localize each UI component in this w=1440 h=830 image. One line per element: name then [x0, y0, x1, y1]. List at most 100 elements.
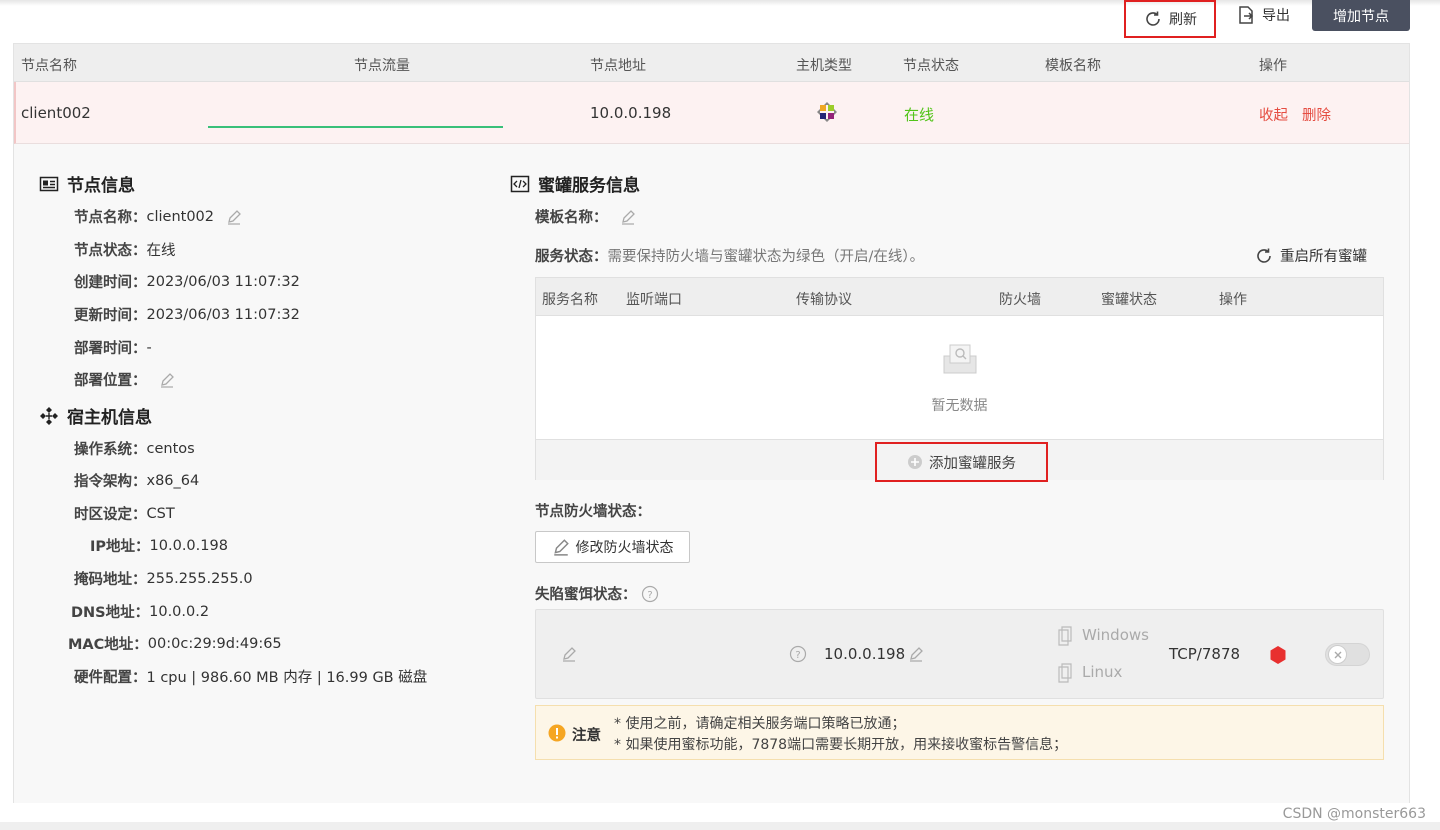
edit-pencil-icon[interactable]	[908, 646, 924, 662]
notice-line-2: * 如果使用蜜标功能，7878端口需要长期开放，用来接收蜜标告警信息；	[614, 737, 1068, 753]
node-info-title-text: 节点信息	[67, 176, 135, 196]
svc-header: 蜜罐状态	[1101, 292, 1157, 308]
plus-circle-icon	[908, 455, 922, 469]
export-icon	[1239, 6, 1254, 24]
host-netmask: 掩码地址： 255.255.255.0	[74, 568, 253, 589]
empty-box-icon	[943, 344, 977, 374]
edit-pencil-icon[interactable]	[159, 372, 175, 388]
row-node-address: 10.0.0.198	[590, 104, 672, 122]
info-key: DNS地址：	[71, 605, 150, 621]
header-node-flow: 节点流量	[354, 58, 410, 74]
refresh-label: 刷新	[1169, 12, 1197, 28]
honeypot-service-status: 服务状态： 需要保持防火墙与蜜罐状态为绿色（开启/在线）。	[535, 245, 924, 266]
add-service-label: 添加蜜罐服务	[929, 455, 1016, 472]
trap-os-linux: Linux	[1082, 663, 1123, 681]
info-key: 指令架构：	[74, 474, 147, 490]
watermark: CSDN @monster663	[1282, 806, 1426, 822]
restart-all-button[interactable]: 重启所有蜜罐	[1254, 245, 1367, 266]
info-key: 服务状态：	[535, 249, 608, 265]
service-table: 服务名称 监听端口 传输协议 防火墙 蜜罐状态 操作 暂无数据 添加蜜罐服务	[535, 277, 1384, 482]
info-value: x86_64	[146, 472, 200, 489]
service-table-footer: 添加蜜罐服务	[536, 439, 1383, 482]
export-button[interactable]: 导出	[1236, 4, 1290, 26]
info-value: 1 cpu | 986.60 MB 内存 | 16.99 GB 磁盘	[146, 670, 428, 686]
row-node-name: client002	[21, 104, 91, 122]
modify-firewall-button[interactable]: 修改防火墙状态	[535, 531, 690, 563]
trap-status-panel: ? 10.0.0.198 Windows Linux TCP/7878	[535, 609, 1384, 699]
help-circle-icon[interactable]: ?	[789, 645, 807, 663]
info-key: 节点名称：	[74, 210, 147, 226]
svc-header: 监听端口	[626, 292, 682, 308]
info-value: 10.0.0.198	[149, 537, 228, 554]
node-flow-sparkline	[208, 126, 503, 128]
host-info-title: 宿主机信息	[39, 403, 152, 428]
info-value: 2023/06/03 11:07:32	[146, 306, 300, 323]
info-value: 255.255.255.0	[146, 570, 253, 587]
modify-firewall-label: 修改防火墙状态	[575, 540, 674, 556]
restart-all-label: 重启所有蜜罐	[1280, 249, 1367, 265]
info-value: 00:0c:29:9d:49:65	[147, 635, 282, 652]
edit-pencil-icon	[553, 539, 569, 556]
host-timezone: 时区设定： CST	[74, 503, 175, 524]
info-value: -	[146, 339, 152, 356]
info-key: 硬件配置：	[74, 670, 147, 686]
header-actions: 操作	[1259, 58, 1287, 74]
collapse-link[interactable]: 收起	[1259, 104, 1288, 125]
honeypot-info-title: 蜜罐服务信息	[510, 171, 640, 196]
refresh-icon	[1146, 11, 1160, 26]
info-value: client002	[146, 208, 215, 225]
node-detail-panel: 节点信息 节点名称： client002 节点状态： 在线 创建时间： 2023…	[14, 145, 1409, 803]
empty-text: 暂无数据	[931, 398, 988, 414]
host-ip: IP地址： 10.0.0.198	[90, 535, 228, 556]
toggle-knob	[1328, 645, 1347, 664]
close-icon	[1334, 651, 1341, 658]
notice-line-1: * 使用之前，请确定相关服务端口策略已放通；	[614, 716, 906, 732]
top-shadow	[0, 0, 1440, 6]
stop-hexagon-icon	[1270, 646, 1286, 664]
delete-link[interactable]: 删除	[1302, 104, 1331, 125]
refresh-button[interactable]: 刷新	[1124, 0, 1216, 38]
info-key: 模板名称：	[535, 210, 608, 226]
node-table: 节点名称 节点流量 节点地址 主机类型 节点状态 模板名称 操作 client0…	[13, 43, 1410, 803]
svg-text:?: ?	[647, 590, 652, 601]
info-key: 节点防火墙状态：	[535, 504, 651, 520]
trap-os-windows: Windows	[1082, 626, 1149, 644]
trap-toggle-switch[interactable]	[1325, 643, 1370, 666]
page-bottom-bar	[0, 822, 1440, 830]
info-key: 操作系统：	[74, 442, 147, 458]
add-node-button[interactable]: 增加节点	[1312, 0, 1410, 31]
table-row[interactable]: client002 10.0.0.198 在线 收起 删除	[14, 82, 1409, 144]
info-key: 部署时间：	[74, 341, 147, 357]
info-value: 10.0.0.2	[149, 603, 210, 620]
header-template-name: 模板名称	[1045, 58, 1101, 74]
id-card-icon	[39, 176, 59, 191]
svg-text:?: ?	[795, 650, 800, 661]
host-hardware: 硬件配置： 1 cpu | 986.60 MB 内存 | 16.99 GB 磁盘	[74, 666, 427, 687]
info-node-name: 节点名称： client002	[74, 206, 242, 227]
svc-header: 服务名称	[542, 292, 598, 308]
edit-pencil-icon[interactable]	[561, 646, 577, 662]
node-info-title: 节点信息	[39, 171, 135, 196]
help-circle-icon[interactable]: ?	[641, 585, 659, 603]
info-key: 部署位置：	[74, 373, 147, 389]
edit-pencil-icon[interactable]	[226, 209, 242, 225]
info-key: 时区设定：	[74, 507, 147, 523]
edit-pencil-icon[interactable]	[620, 209, 636, 225]
add-honeypot-service-button[interactable]: 添加蜜罐服务	[875, 442, 1048, 482]
info-value: 在线	[146, 243, 176, 259]
info-key: 创建时间：	[74, 275, 147, 291]
export-label: 导出	[1262, 8, 1290, 24]
info-key: IP地址：	[90, 539, 150, 555]
host-os: 操作系统： centos	[74, 438, 195, 459]
trap-port: TCP/7878	[1169, 645, 1241, 663]
info-value: CST	[146, 505, 175, 522]
header-host-type: 主机类型	[796, 58, 852, 74]
code-icon	[510, 175, 530, 192]
status-hint: 需要保持防火墙与蜜罐状态为绿色（开启/在线）。	[607, 249, 925, 265]
host-arch: 指令架构： x86_64	[74, 470, 199, 491]
info-key: 掩码地址：	[74, 572, 147, 588]
header-node-status: 节点状态	[903, 58, 959, 74]
warning-icon	[548, 724, 566, 742]
notice-box: 注意 * 使用之前，请确定相关服务端口策略已放通； * 如果使用蜜标功能，787…	[535, 705, 1384, 760]
info-node-status: 节点状态： 在线	[74, 239, 176, 260]
